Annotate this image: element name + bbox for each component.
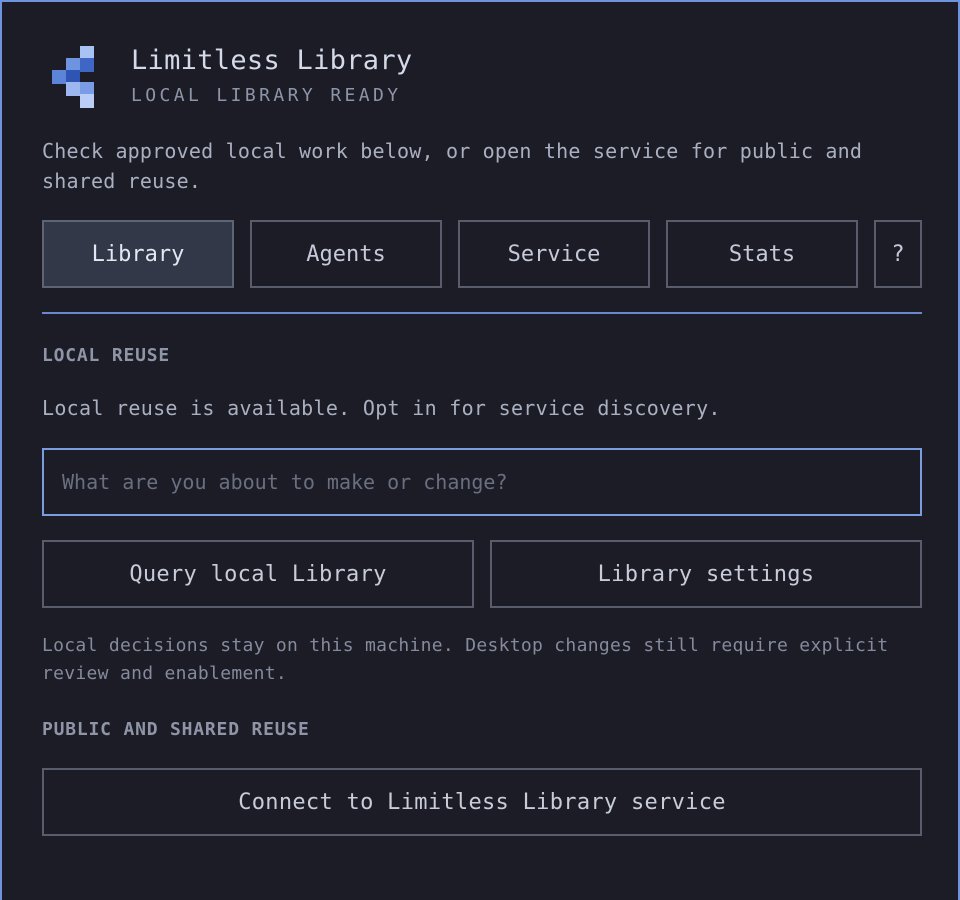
app-status: LOCAL LIBRARY READY [131, 85, 402, 106]
local-reuse-status: Local reuse is available. Opt in for ser… [42, 396, 721, 420]
query-input[interactable] [42, 448, 922, 516]
tab-library[interactable]: Library [42, 220, 234, 288]
app-header: Limitless Library LOCAL LIBRARY READY [48, 44, 412, 110]
local-decisions-note: Local decisions stay on this machine. De… [42, 635, 889, 684]
title-block: Limitless Library LOCAL LIBRARY READY [131, 44, 412, 107]
tab-divider [42, 312, 922, 314]
pixel-chevron-logo-icon [48, 44, 96, 110]
tab-help[interactable]: ? [874, 220, 922, 288]
public-reuse-heading: PUBLIC AND SHARED REUSE [42, 719, 310, 740]
app-window: Limitless Library LOCAL LIBRARY READY Ch… [0, 0, 960, 900]
query-local-library-button[interactable]: Query local Library [42, 540, 474, 608]
tab-agents[interactable]: Agents [250, 220, 442, 288]
connect-service-button[interactable]: Connect to Limitless Library service [42, 768, 922, 836]
intro-text: Check approved local work below, or open… [42, 139, 863, 193]
local-reuse-heading: LOCAL REUSE [42, 345, 171, 366]
tab-service[interactable]: Service [458, 220, 650, 288]
tab-stats[interactable]: Stats [666, 220, 858, 288]
app-title: Limitless Library [131, 45, 413, 76]
library-settings-button[interactable]: Library settings [490, 540, 922, 608]
